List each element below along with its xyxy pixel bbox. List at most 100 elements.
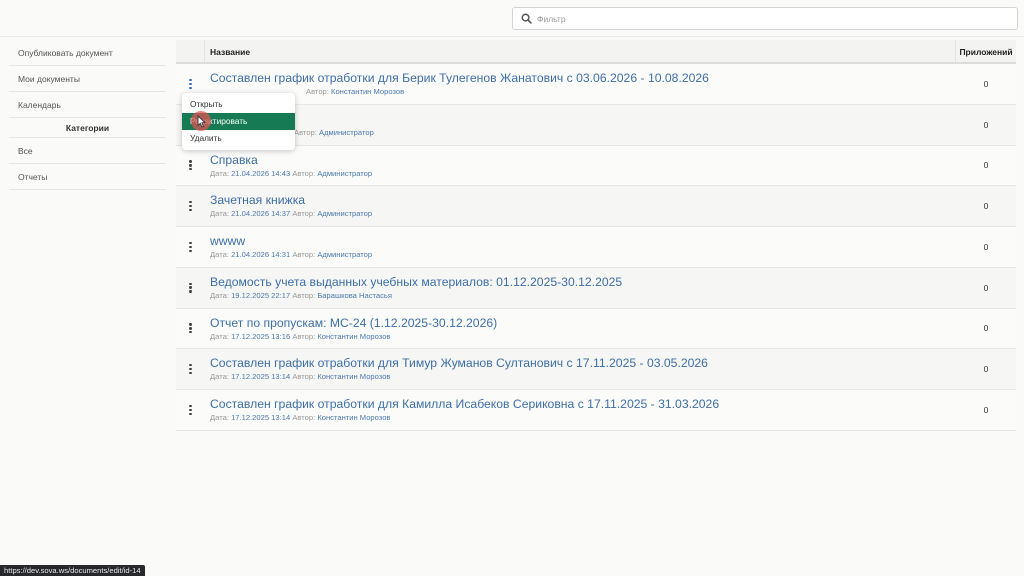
document-date: 17.12.2025 13:14 <box>231 413 291 422</box>
document-author[interactable]: Администратор <box>317 169 372 178</box>
document-meta: Дата: 17.12.2025 13:14 Автор: Константин… <box>210 372 956 382</box>
table-row: Зачетная книжка Дата: 21.04.2026 14:37 Ав… <box>176 186 1016 227</box>
document-author[interactable]: Константин Морозов <box>317 332 390 341</box>
table-header: Название Приложений <box>176 40 1016 64</box>
document-title-link[interactable]: Справка <box>210 153 956 168</box>
document-date: 21.04.2026 14:37 <box>231 209 291 219</box>
document-title-link[interactable]: Составлен график отработки для Камилла И… <box>210 397 956 412</box>
context-menu-delete[interactable]: Удалить <box>182 130 295 147</box>
row-menu-cell <box>176 349 205 389</box>
document-cell: Отчет по пропускам: МС-24 (1.12.2025-30.… <box>205 309 956 349</box>
row-menu-cell <box>176 309 205 349</box>
table-row: Ведомость учета выданных учебных материа… <box>176 267 1016 309</box>
document-meta: Дата: 21.04.2026 14:43 Автор: Администра… <box>210 169 956 179</box>
document-date: 19.12.2025 22:17 <box>231 290 291 300</box>
document-meta: Автор: Константин Морозов <box>210 87 956 97</box>
author-label: Автор: <box>292 372 316 382</box>
attachments-count: 0 <box>983 404 989 415</box>
document-title-link[interactable]: Ведомость учета выданных учебных материа… <box>210 275 956 290</box>
category-item-all[interactable]: Все <box>9 138 166 164</box>
category-item-reports[interactable]: Отчеты <box>9 164 166 190</box>
table-row: wwww Дата: 21.04.2026 14:31 Автор: Админи… <box>176 227 1016 268</box>
document-meta: Автор: Администратор <box>210 128 956 138</box>
attachments-count: 0 <box>983 282 989 293</box>
date-label: Дата: <box>210 413 229 422</box>
row-menu-cell <box>176 227 205 267</box>
table-row: Отчет по пропускам: МС-24 (1.12.2025-30.… <box>176 308 1016 350</box>
document-author[interactable]: Константин Морозов <box>331 87 404 96</box>
attachments-count: 0 <box>983 78 989 89</box>
document-author[interactable]: Администратор <box>317 250 372 259</box>
document-title-link[interactable]: Зачетная книжка <box>210 193 956 208</box>
attachments-count: 0 <box>983 119 989 130</box>
document-title-link[interactable]: Отчет по пропускам: МС-24 (1.12.2025-30.… <box>210 316 956 331</box>
kebab-menu-icon[interactable] <box>186 77 196 91</box>
date-label: Дата: <box>210 209 229 219</box>
search-icon <box>515 8 537 29</box>
row-menu-cell <box>176 146 205 186</box>
kebab-menu-icon[interactable] <box>186 281 196 295</box>
filter-input[interactable] <box>537 9 1007 28</box>
date-label: Дата: <box>210 250 229 259</box>
attachments-column-header[interactable]: Приложений <box>956 40 1016 62</box>
document-author[interactable]: Барашкова Настасья <box>317 291 392 300</box>
document-author[interactable]: Константин Морозов <box>317 372 390 381</box>
author-label: Автор: <box>306 87 329 96</box>
document-author[interactable]: Константин Морозов <box>317 413 390 422</box>
date-label: Дата: <box>210 372 229 382</box>
document-cell: Автор: Администратор <box>205 105 956 145</box>
attachments-count: 0 <box>983 241 989 252</box>
row-menu-cell <box>176 390 205 430</box>
sidebar: Опубликовать документ Мои документы Кале… <box>9 40 166 190</box>
author-label: Автор: <box>292 168 316 178</box>
document-author[interactable]: Администратор <box>319 128 374 137</box>
row-menu-cell <box>176 186 205 226</box>
filter-search-box[interactable] <box>512 7 1018 30</box>
attachments-count: 0 <box>983 323 989 334</box>
document-cell: Составлен график отработки для Берик Тул… <box>205 64 956 104</box>
kebab-menu-icon[interactable] <box>186 362 196 376</box>
author-label: Автор: <box>292 290 316 300</box>
mouse-pointer-icon <box>197 115 206 128</box>
document-title-link[interactable]: Составлен график отработки для Тимур Жум… <box>210 356 956 371</box>
attachments-count: 0 <box>983 201 989 212</box>
document-date: 21.04.2026 14:43 <box>231 168 291 178</box>
kebab-menu-icon[interactable] <box>186 240 196 254</box>
attachments-count: 0 <box>983 364 989 375</box>
date-label: Дата: <box>210 331 229 341</box>
kebab-menu-icon[interactable] <box>186 199 196 213</box>
author-label: Автор: <box>292 331 316 341</box>
document-cell: Зачетная книжка Дата: 21.04.2026 14:37 Ав… <box>205 186 956 226</box>
status-bar-url: https://dev.sova.ws/documents/edit/id-14 <box>0 565 145 576</box>
author-label: Автор: <box>294 127 317 137</box>
document-cell: Справка Дата: 21.04.2026 14:43 Автор: Адм… <box>205 146 956 186</box>
document-date: 21.04.2026 14:31 <box>231 250 291 259</box>
kebab-menu-icon[interactable] <box>186 158 196 172</box>
document-title-link[interactable]: wwww <box>210 234 956 249</box>
kebab-menu-icon[interactable] <box>186 403 196 417</box>
sidebar-item-publish-document[interactable]: Опубликовать документ <box>9 40 166 66</box>
document-title-link[interactable]: Составлен график отработки для Берик Тул… <box>210 71 956 86</box>
table-row: Составлен график отработки для Тимур Жум… <box>176 349 1016 390</box>
document-date: 17.12.2025 13:14 <box>231 372 291 382</box>
document-title-link[interactable] <box>210 112 956 127</box>
kebab-menu-icon[interactable] <box>186 321 196 335</box>
table-row: Справка Дата: 21.04.2026 14:43 Автор: Адм… <box>176 145 1016 187</box>
table-row: Составлен график отработки для Берик Тул… <box>176 64 1016 105</box>
document-author[interactable]: Администратор <box>317 209 372 218</box>
document-cell: Составлен график отработки для Камилла И… <box>205 390 956 430</box>
sidebar-item-calendar[interactable]: Календарь <box>9 92 166 118</box>
table-row: Автор: Администратор 0 <box>176 104 1016 146</box>
document-meta: Дата: 19.12.2025 22:17 Автор: Барашкова … <box>210 291 956 301</box>
name-column-header[interactable]: Название <box>205 40 956 62</box>
documents-table: Название Приложений Составлен график отр… <box>176 40 1016 431</box>
sidebar-item-my-documents[interactable]: Мои документы <box>9 66 166 92</box>
document-meta: Дата: 17.12.2025 13:14 Автор: Константин… <box>210 413 956 423</box>
document-meta: Дата: 21.04.2026 14:31 Автор: Администра… <box>210 250 956 260</box>
table-body: Составлен график отработки для Берик Тул… <box>176 64 1016 431</box>
document-cell: Составлен график отработки для Тимур Жум… <box>205 349 956 389</box>
document-meta: Дата: 21.04.2026 14:37 Автор: Администра… <box>210 209 956 219</box>
attachments-count: 0 <box>983 160 989 171</box>
document-cell: Ведомость учета выданных учебных материа… <box>205 268 956 308</box>
menu-column-header <box>176 40 205 62</box>
